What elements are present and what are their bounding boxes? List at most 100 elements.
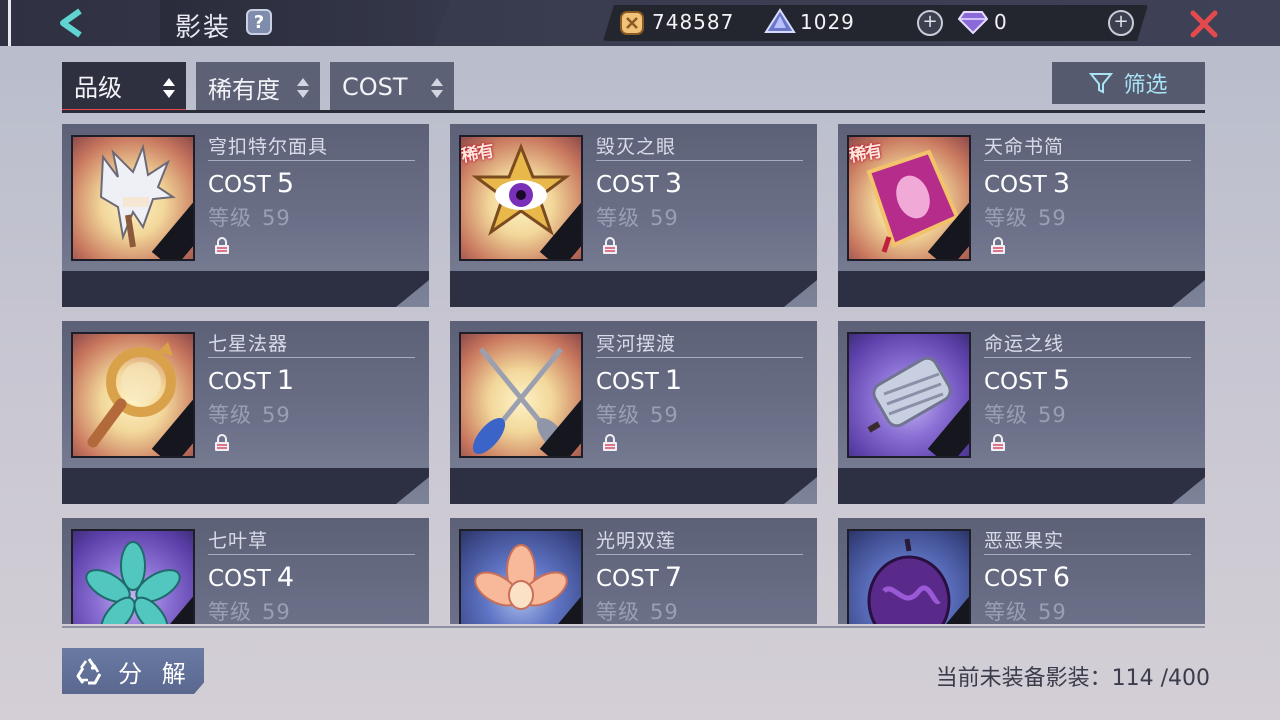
item-cost: COST 5: [984, 365, 1070, 396]
item-level: 等级 59: [208, 202, 291, 232]
item-thumbnail: [459, 529, 583, 624]
level-value: 59: [650, 600, 679, 624]
lock-icon[interactable]: [600, 433, 620, 453]
tab-quality[interactable]: 品级: [62, 62, 186, 112]
decompose-button[interactable]: 分 解: [62, 648, 204, 694]
item-card[interactable]: 命运之线 COST 5 等级 59: [838, 321, 1205, 504]
cost-prefix: COST: [208, 172, 271, 198]
item-cost: COST 6: [984, 562, 1070, 593]
lock-icon[interactable]: [212, 236, 232, 256]
level-value: 59: [262, 600, 291, 624]
item-cost: COST 5: [208, 168, 294, 199]
back-arrow-icon: [60, 8, 82, 38]
item-card[interactable]: 穹扣特尔面具 COST 5 等级 59: [62, 124, 429, 307]
item-name: 天命书简: [984, 136, 1065, 158]
cost-prefix: COST: [984, 172, 1047, 198]
item-level: 等级 59: [208, 596, 291, 624]
card-footer: [450, 468, 817, 504]
item-thumbnail: [847, 529, 971, 624]
add-crystal-button[interactable]: +: [917, 10, 943, 36]
close-icon[interactable]: [1188, 8, 1220, 40]
item-name: 命运之线: [984, 333, 1065, 355]
item-thumbnail: 稀有: [847, 135, 971, 261]
cost-value: 1: [276, 365, 294, 396]
filter-button[interactable]: 筛选: [1052, 62, 1205, 104]
back-button[interactable]: [48, 6, 94, 40]
level-value: 59: [1038, 600, 1067, 624]
card-divider: [208, 554, 415, 555]
cost-prefix: COST: [984, 369, 1047, 395]
item-card[interactable]: 七星法器 COST 1 等级 59: [62, 321, 429, 504]
diamond-icon: [958, 11, 988, 35]
tab-label: COST: [342, 73, 408, 101]
cost-prefix: COST: [596, 172, 659, 198]
item-card[interactable]: 冥河摆渡 COST 1 等级 59: [450, 321, 817, 504]
item-card[interactable]: 稀有 天命书简 COST 3 等级 59: [838, 124, 1205, 307]
level-value: 59: [1038, 206, 1067, 230]
item-level: 等级 59: [984, 596, 1067, 624]
item-thumbnail: 稀有: [459, 135, 583, 261]
lock-icon[interactable]: [988, 236, 1008, 256]
item-art-icon: [849, 531, 969, 624]
item-name: 穹扣特尔面具: [208, 136, 329, 158]
tab-label: 品级: [74, 74, 122, 102]
lock-icon[interactable]: [600, 236, 620, 256]
item-level: 等级 59: [596, 596, 679, 624]
tab-rarity[interactable]: 稀有度: [196, 62, 320, 112]
item-level: 等级 59: [596, 399, 679, 429]
level-value: 59: [650, 206, 679, 230]
item-name: 七叶草: [208, 530, 269, 552]
item-card[interactable]: 恶恶果实 COST 6 等级 59: [838, 518, 1205, 624]
item-name: 七星法器: [208, 333, 289, 355]
card-divider: [208, 160, 415, 161]
item-card[interactable]: 光明双莲 COST 7 等级 59: [450, 518, 817, 624]
funnel-icon: [1089, 73, 1114, 94]
item-thumbnail: [71, 529, 195, 624]
cost-prefix: COST: [984, 566, 1047, 592]
item-thumbnail: [459, 332, 583, 458]
card-footer: [450, 271, 817, 307]
item-thumbnail: [847, 332, 971, 458]
unequipped-count: 当前未装备影装：114 /400: [935, 666, 1210, 691]
card-footer: [838, 468, 1205, 504]
cost-value: 6: [1052, 562, 1070, 593]
level-value: 59: [1038, 403, 1067, 427]
gem-amount: 0: [994, 10, 1008, 34]
level-value: 59: [262, 206, 291, 230]
add-gem-button[interactable]: +: [1108, 10, 1134, 36]
tabs-underline: [62, 110, 1205, 113]
help-button[interactable]: ?: [246, 9, 272, 35]
sort-arrows-icon: [297, 78, 309, 98]
crystal-amount: 1029: [800, 10, 855, 34]
sort-arrows-icon: [163, 78, 175, 98]
card-divider: [984, 554, 1191, 555]
item-cost: COST 4: [208, 562, 294, 593]
item-thumbnail: [71, 332, 195, 458]
crystal-icon: [764, 8, 796, 33]
sort-arrows-icon: [431, 78, 443, 98]
gold-coin-icon: [620, 11, 644, 35]
card-divider: [208, 357, 415, 358]
item-card[interactable]: 稀有 毁灭之眼 COST 3 等级 59: [450, 124, 817, 307]
item-cost: COST 7: [596, 562, 682, 593]
item-level: 等级 59: [208, 399, 291, 429]
cost-value: 3: [664, 168, 682, 199]
recycle-icon: [76, 658, 102, 685]
lock-icon[interactable]: [212, 433, 232, 453]
cost-value: 5: [1052, 365, 1070, 396]
level-prefix: 等级: [984, 403, 1028, 427]
tab-label: 稀有度: [208, 75, 280, 104]
cost-prefix: COST: [208, 566, 271, 592]
item-card[interactable]: 七叶草 COST 4 等级 59: [62, 518, 429, 624]
item-cost: COST 1: [208, 365, 294, 396]
card-divider: [984, 160, 1191, 161]
item-cost: COST 1: [596, 365, 682, 396]
level-value: 59: [650, 403, 679, 427]
lock-icon[interactable]: [988, 433, 1008, 453]
filter-label: 筛选: [1123, 73, 1168, 98]
card-divider: [596, 554, 803, 555]
level-prefix: 等级: [208, 206, 252, 230]
level-prefix: 等级: [208, 600, 252, 624]
card-footer: [62, 271, 429, 307]
tab-cost[interactable]: COST: [330, 62, 454, 112]
